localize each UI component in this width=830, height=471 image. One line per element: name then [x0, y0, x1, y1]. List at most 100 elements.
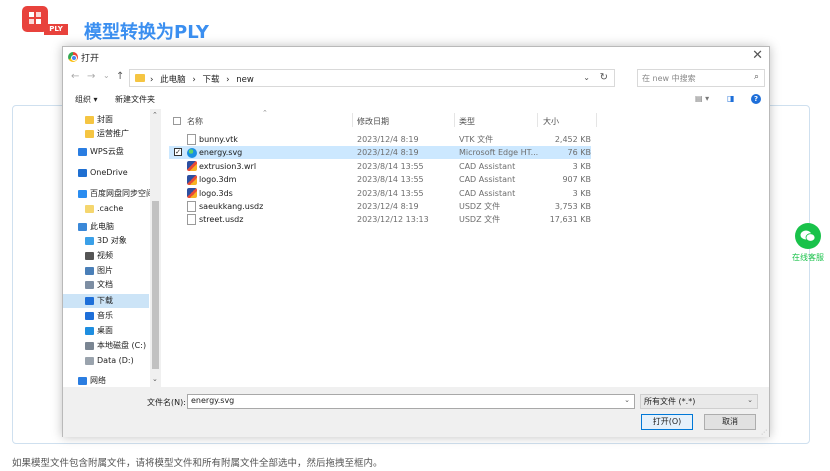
- organize-menu[interactable]: 组织 ▾: [75, 94, 98, 105]
- file-type-select[interactable]: 所有文件 (*.*) ⌄: [640, 394, 758, 409]
- file-row[interactable]: logo.3dm 2023/8/14 13:55 CAD Assistant 907 …: [169, 173, 591, 186]
- file-date: 2023/8/14 13:55: [357, 188, 424, 198]
- column-header-date[interactable]: 修改日期: [357, 116, 389, 127]
- refresh-icon[interactable]: ↻: [600, 72, 608, 83]
- dialog-footer: 文件名(N): energy.svg ⌄ 所有文件 (*.*) ⌄ 打开(O) …: [63, 387, 769, 437]
- column-divider[interactable]: [596, 113, 597, 127]
- chevron-down-icon[interactable]: ⌄: [583, 73, 590, 82]
- column-header-name[interactable]: 名称: [187, 116, 203, 127]
- row-checkbox[interactable]: ✓: [174, 148, 182, 157]
- file-type: CAD Assistant: [459, 175, 516, 185]
- open-file-dialog: 打开 ✕ ← → ⌄ ↑ › 此电脑 › 下载 › new ⌄ ↻ ⌕ 组织 ▾…: [62, 46, 770, 437]
- search-icon[interactable]: ⌕: [754, 72, 759, 82]
- folder-icon: [135, 74, 145, 82]
- cad-file-icon: [187, 161, 197, 172]
- chevron-down-icon[interactable]: ⌄: [624, 396, 630, 404]
- nav-item[interactable]: 网络: [63, 374, 149, 387]
- nav-item-label: 文档: [97, 280, 113, 289]
- forward-button[interactable]: →: [87, 71, 95, 82]
- nav-item-label: Data (D:): [97, 356, 134, 365]
- nav-item[interactable]: 运营推广: [63, 127, 149, 141]
- recent-locations-button[interactable]: ⌄: [103, 71, 110, 80]
- navigation-scrollbar[interactable]: ⌃ ⌄: [150, 109, 161, 387]
- file-size: 3,753 KB: [554, 202, 591, 211]
- cancel-button[interactable]: 取消: [704, 414, 756, 430]
- breadcrumb-new[interactable]: new: [236, 75, 254, 85]
- nav-item-label: 视频: [97, 251, 113, 260]
- nav-item[interactable]: 下载: [63, 294, 149, 308]
- file-date: 2023/8/14 13:55: [357, 175, 424, 185]
- resize-grip-icon[interactable]: ⋰: [761, 429, 767, 436]
- navigation-pane: 封面 运营推广 WPS云盘 OneDrive 百度网盘同步空间 .cache 此电脑 3D 对…: [63, 109, 161, 387]
- file-icon: [187, 214, 196, 226]
- music-icon: [85, 312, 94, 320]
- scrollbar-thumb[interactable]: [152, 201, 159, 369]
- scroll-down-icon[interactable]: ⌄: [152, 375, 158, 383]
- wechat-support-icon[interactable]: [795, 223, 821, 249]
- file-row[interactable]: saeukkang.usdz 2023/12/4 8:19 USDZ 文件 3,753…: [169, 200, 591, 213]
- column-header-size[interactable]: 大小: [543, 116, 559, 127]
- file-type: CAD Assistant: [459, 188, 516, 198]
- chevron-down-icon[interactable]: ⌄: [747, 396, 753, 404]
- scroll-up-icon[interactable]: ⌃: [152, 111, 158, 119]
- drive-icon: [85, 342, 94, 350]
- nav-item[interactable]: 本地磁盘 (C:): [63, 339, 149, 353]
- select-all-checkbox[interactable]: [173, 117, 181, 125]
- network-icon: [78, 377, 87, 385]
- nav-item-label: 图片: [97, 266, 113, 275]
- command-bar: 组织 ▾ 新建文件夹 ▤ ▾ ◨ ?: [63, 89, 769, 109]
- column-divider[interactable]: [454, 113, 455, 127]
- file-type-value[interactable]: 所有文件 (*.*): [644, 396, 695, 407]
- nav-item[interactable]: 文档: [63, 278, 149, 292]
- nav-item[interactable]: 图片: [63, 264, 149, 278]
- view-options-icon[interactable]: ▤ ▾: [695, 94, 709, 103]
- nav-item[interactable]: 3D 对象: [63, 234, 149, 248]
- breadcrumb-separator: ›: [150, 75, 154, 85]
- file-row[interactable]: logo.3ds 2023/8/14 13:55 CAD Assistant 3 KB: [169, 187, 591, 200]
- online-support-label[interactable]: 在线客服: [792, 252, 824, 263]
- dialog-titlebar[interactable]: 打开 ✕: [63, 47, 769, 67]
- file-name: saeukkang.usdz: [199, 202, 264, 211]
- column-divider[interactable]: [537, 113, 538, 127]
- file-date: 2023/12/12 13:13: [357, 215, 429, 225]
- search-box[interactable]: ⌕: [637, 69, 765, 87]
- nav-item[interactable]: 桌面: [63, 324, 149, 338]
- sort-ascending-icon: ⌃: [262, 109, 268, 117]
- cad-file-icon: [187, 174, 197, 185]
- nav-item[interactable]: .cache: [63, 202, 149, 216]
- file-row[interactable]: street.usdz 2023/12/12 13:13 USDZ 文件 17,631…: [169, 213, 591, 226]
- nav-item-label: 音乐: [97, 311, 113, 320]
- nav-item[interactable]: 封面: [63, 113, 149, 127]
- column-divider[interactable]: [352, 113, 353, 127]
- cloud-icon: [78, 148, 87, 156]
- folder-icon: [85, 116, 94, 124]
- nav-item[interactable]: 音乐: [63, 309, 149, 323]
- breadcrumb-downloads[interactable]: 下载: [202, 75, 219, 85]
- new-folder-button[interactable]: 新建文件夹: [115, 94, 155, 105]
- open-button[interactable]: 打开(O): [641, 414, 693, 430]
- close-button[interactable]: ✕: [752, 48, 763, 63]
- nav-item[interactable]: Data (D:): [63, 354, 149, 368]
- preview-pane-icon[interactable]: ◨: [727, 94, 735, 103]
- up-button[interactable]: ↑: [116, 71, 124, 82]
- file-row[interactable]: bunny.vtk 2023/12/4 8:19 VTK 文件 2,452 KB: [169, 133, 591, 146]
- nav-item-label: 3D 对象: [97, 236, 127, 245]
- address-bar[interactable]: › 此电脑 › 下载 › new ⌄ ↻: [129, 69, 615, 87]
- file-date: 2023/12/4 8:19: [357, 148, 419, 158]
- help-icon[interactable]: ?: [751, 94, 761, 104]
- filename-field[interactable]: energy.svg ⌄: [187, 394, 635, 409]
- search-input[interactable]: [638, 70, 743, 86]
- column-header-type[interactable]: 类型: [459, 116, 475, 127]
- back-button[interactable]: ←: [71, 71, 79, 82]
- address-bar-row: ← → ⌄ ↑ › 此电脑 › 下载 › new ⌄ ↻ ⌕: [63, 67, 769, 89]
- file-row[interactable]: ✓ energy.svg 2023/12/4 8:19 Microsoft Edge …: [169, 146, 591, 160]
- nav-item[interactable]: OneDrive: [63, 166, 149, 180]
- nav-item[interactable]: WPS云盘: [63, 145, 149, 159]
- nav-item[interactable]: 此电脑: [63, 220, 149, 234]
- file-row[interactable]: extrusion3.wrl 2023/8/14 13:55 CAD Assista…: [169, 160, 591, 173]
- breadcrumb-this-pc[interactable]: 此电脑: [160, 75, 186, 85]
- nav-item[interactable]: 视频: [63, 249, 149, 263]
- filename-value[interactable]: energy.svg: [191, 396, 234, 405]
- nav-item[interactable]: 百度网盘同步空间: [63, 187, 154, 201]
- file-type: CAD Assistant: [459, 161, 516, 171]
